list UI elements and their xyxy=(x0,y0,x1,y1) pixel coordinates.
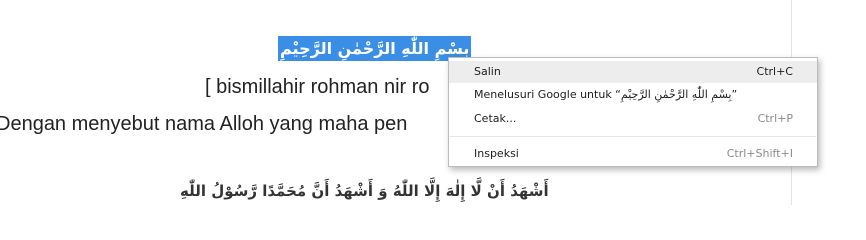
shahada-arabic-text: أَشْهَدُ أَنْ لَّا إِلٰهَ إِلَّا اللّٰهُ… xyxy=(180,182,549,200)
menu-item-print[interactable]: Cetak... Ctrl+P xyxy=(449,108,817,130)
menu-item-copy[interactable]: Salin Ctrl+C xyxy=(449,61,817,83)
context-menu: Salin Ctrl+C Menelusuri Google untuk “بِ… xyxy=(448,57,818,167)
menu-item-inspect[interactable]: Inspeksi Ctrl+Shift+I xyxy=(449,143,817,165)
menu-item-label: Cetak... xyxy=(474,112,517,125)
menu-item-shortcut: Ctrl+C xyxy=(756,65,793,78)
meaning-text: Dengan menyebut nama Alloh yang maha pen xyxy=(0,113,408,135)
menu-separator xyxy=(450,136,816,137)
selected-arabic-text[interactable]: بِسْمِ اللّٰهِ الرَّحْمٰنِ الرَّحِيْمِ xyxy=(278,36,472,61)
menu-item-label: Inspeksi xyxy=(474,147,519,160)
menu-item-search-google[interactable]: Menelusuri Google untuk “بِسْمِ اللّٰهِ … xyxy=(449,84,817,106)
menu-item-shortcut: Ctrl+P xyxy=(757,112,793,125)
menu-item-label: Salin xyxy=(474,65,501,78)
menu-item-shortcut: Ctrl+Shift+I xyxy=(726,147,793,160)
menu-item-label: Menelusuri Google untuk “بِسْمِ اللّٰهِ … xyxy=(474,88,738,101)
transliteration-text: [ bismillahir rohman nir ro xyxy=(205,76,430,98)
